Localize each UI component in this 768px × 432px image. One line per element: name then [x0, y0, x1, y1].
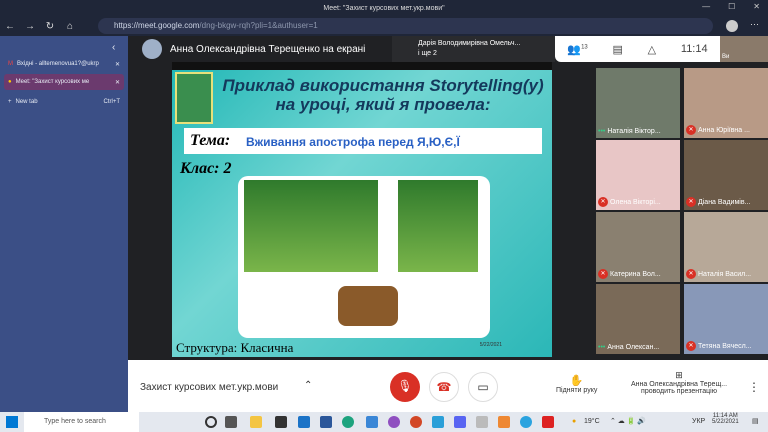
forward-icon[interactable]: → — [20, 21, 40, 32]
close-tab-icon[interactable]: ✕ — [115, 61, 120, 68]
mic-off-icon: ✕ — [598, 269, 608, 279]
vertical-tabs-sidebar: ‹ M Вхідні - alltemenovua1?@ukrp ✕ ● Meet: … — [0, 36, 128, 412]
taskbar: Type here to search ● 19°C ⌃ ☁ 🔋 🔊 УКР 1… — [0, 412, 768, 432]
meet-icon: ● — [8, 79, 12, 85]
app-icon[interactable] — [366, 416, 378, 428]
title-bar: Meet: "Захист курсових мет.укр.мови" — ☐ ✕ — [0, 0, 768, 16]
participant-tile[interactable]: ✕ Тетяна Вячесл... — [684, 284, 768, 354]
home-icon[interactable]: ⌂ — [60, 21, 80, 32]
profile-avatar[interactable] — [726, 20, 738, 32]
weather-temp: 19°C — [584, 418, 600, 425]
file-explorer-icon[interactable] — [250, 416, 262, 428]
participant-tile[interactable]: ✕ Катерина Вол... — [596, 212, 680, 282]
people-button[interactable]: 👥13 — [567, 43, 587, 56]
participant-tile[interactable]: ••• Наталія Віктор... — [596, 68, 680, 138]
taskbar-search[interactable]: Type here to search — [24, 412, 139, 432]
language-indicator[interactable]: УКР — [692, 418, 705, 425]
task-view-icon[interactable] — [225, 416, 237, 428]
url-input[interactable]: https://meet.google.com/dng-bkgw-rqh?pli… — [98, 18, 713, 34]
present-icon: ⊞ — [675, 370, 683, 380]
participant-tile[interactable]: ✕ Діана Вадимів... — [684, 140, 768, 210]
cortana-icon[interactable] — [205, 416, 217, 428]
close-button[interactable]: ✕ — [753, 2, 760, 11]
participant-tile[interactable]: ✕ Наталія Васил... — [684, 212, 768, 282]
slide-structure: Структура: Класична — [176, 340, 294, 355]
app-icon[interactable] — [476, 416, 488, 428]
weather-icon: ● — [572, 418, 577, 425]
slide-class: Клас: 2 — [180, 160, 232, 177]
discord-icon[interactable] — [454, 416, 466, 428]
app-icon[interactable] — [542, 416, 554, 428]
address-bar: ← → ↻ ⌂ https://meet.google.com/dng-bkgw… — [0, 16, 768, 36]
app-icon[interactable] — [432, 416, 444, 428]
slide-title: Приклад використання Storytelling(у) на … — [222, 76, 544, 114]
viber-icon[interactable] — [388, 416, 400, 428]
menu-icon[interactable]: ⋯ — [750, 19, 759, 30]
clock: 11:14 — [680, 43, 708, 55]
participant-tile[interactable]: ••• Анна Олексан... — [596, 284, 680, 354]
emblem — [175, 72, 213, 124]
notifications-icon[interactable]: ▤ — [752, 417, 759, 425]
slide-theme: Вживання апострофа перед Я,Ю,Є,Ї — [246, 135, 460, 149]
collapse-icon[interactable]: ‹ — [112, 42, 115, 53]
telegram-icon[interactable] — [520, 416, 532, 428]
presentation-button[interactable]: ⊞ Анна Олександрівна Терещ... проводить пр… — [624, 370, 734, 395]
new-tab-button[interactable]: + New tab Ctrl+T — [4, 94, 124, 110]
window-title: Meet: "Захист курсових мет.укр.мови" — [323, 4, 445, 12]
mic-off-icon: ✕ — [686, 341, 696, 351]
chat-icon[interactable]: ▤ — [613, 43, 623, 56]
mic-off-icon: ✕ — [686, 197, 696, 207]
mic-off-icon: ✕ — [686, 125, 696, 135]
mic-toggle-button[interactable]: 🎙 — [390, 372, 420, 402]
close-tab-icon[interactable]: ✕ — [115, 79, 120, 86]
presenter-avatar — [142, 39, 162, 59]
slide-illustration — [238, 176, 490, 338]
presenter-title: Анна Олександрівна Терещенко на екрані — [170, 43, 366, 55]
more-options-icon[interactable]: ⋮ — [748, 380, 760, 394]
active-speaker: Дарія Володимирівна Омельч... і ще 2 — [392, 36, 555, 62]
participant-tile[interactable]: ✕ Анна Юріївна ... — [684, 68, 768, 138]
app-icon[interactable] — [498, 416, 510, 428]
gmail-icon: M — [8, 61, 13, 67]
meet-top-panel: 👥13 ▤ △ 11:14 — [555, 36, 720, 62]
tab-gmail[interactable]: M Вхідні - alltemenovua1?@ukrp ✕ — [4, 56, 124, 72]
presentation-slide: Приклад використання Storytelling(у) на … — [172, 62, 552, 357]
tab-meet[interactable]: ● Meet: "Захист курсових ме ✕ — [4, 74, 124, 90]
tray-icons[interactable]: ⌃ ☁ 🔋 🔊 — [610, 417, 646, 425]
meeting-details-chevron[interactable]: ⌃ — [304, 380, 312, 391]
refresh-icon[interactable]: ↻ — [40, 21, 60, 32]
participant-tile[interactable]: ✕ Олена Вікторі... — [596, 140, 680, 210]
leave-call-button[interactable]: ☎ — [429, 372, 459, 402]
maximize-button[interactable]: ☐ — [728, 2, 735, 11]
store-icon[interactable] — [275, 416, 287, 428]
hand-icon: ✋ — [569, 375, 584, 387]
powerpoint-icon[interactable] — [410, 416, 422, 428]
participant-grid: ••• Наталія Віктор... ✕ Анна Юріївна ... ✕… — [596, 68, 768, 357]
minimize-button[interactable]: — — [702, 2, 710, 11]
raise-hand-button[interactable]: ✋ Підняти руку — [556, 374, 597, 394]
edge-icon[interactable] — [342, 416, 354, 428]
meet-controls: Захист курсових мет.укр.мови ⌃ 🎙 ☎ ▭ ✋ Пі… — [128, 360, 768, 412]
self-view: Ви — [720, 36, 768, 62]
activities-icon[interactable]: △ — [648, 43, 656, 56]
meeting-name: Захист курсових мет.укр.мови — [140, 382, 279, 393]
start-button[interactable] — [6, 416, 18, 428]
word-icon[interactable] — [320, 416, 332, 428]
mail-icon[interactable] — [298, 416, 310, 428]
clock[interactable]: 11:14 AM 5/22/2021 — [712, 413, 739, 425]
mic-off-icon: ✕ — [598, 197, 608, 207]
back-icon[interactable]: ← — [0, 21, 20, 32]
mic-off-icon: ✕ — [686, 269, 696, 279]
camera-toggle-button[interactable]: ▭ — [468, 372, 498, 402]
